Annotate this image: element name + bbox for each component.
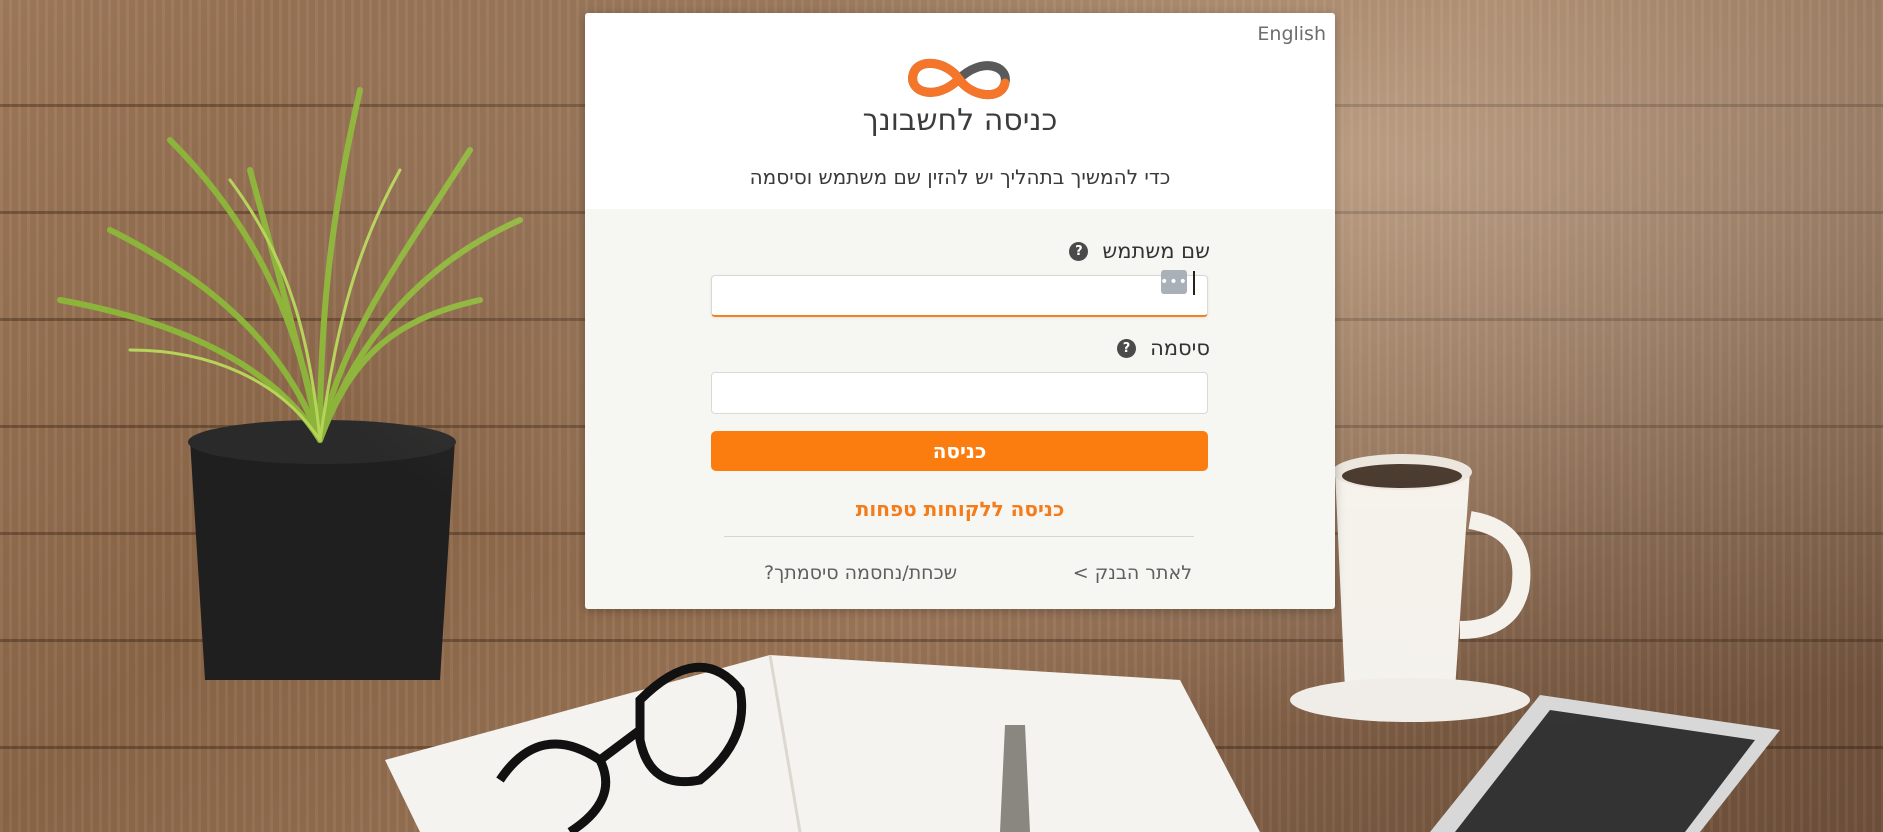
divider: [724, 536, 1194, 537]
text-caret: [1193, 271, 1195, 295]
username-help-icon[interactable]: ?: [1069, 241, 1089, 261]
language-switch-link[interactable]: English: [1257, 23, 1326, 45]
username-label: שם משתמש: [1102, 239, 1210, 263]
page-subtitle: כדי להמשיך בתהליך יש להזין שם משתמש וסיס…: [749, 165, 1171, 189]
username-input[interactable]: [711, 275, 1208, 317]
bank-site-link[interactable]: לאתר הבנק >: [1073, 562, 1192, 584]
login-card: English כניסה לחשבונך כדי להמשיך בתהליך …: [585, 13, 1335, 609]
infinity-logo: [908, 58, 1010, 100]
forgot-password-link[interactable]: שכחת/נחסמה סיסמתך?: [764, 562, 957, 584]
login-button[interactable]: כניסה: [711, 431, 1208, 471]
page-title: כניסה לחשבונך: [862, 103, 1058, 138]
username-label-row: שם משתמש ?: [1069, 239, 1210, 263]
password-label-row: סיסמה ?: [1117, 336, 1210, 360]
small-business-login-link[interactable]: כניסה ללקוחות טפחות: [585, 497, 1335, 521]
password-input[interactable]: [711, 372, 1208, 414]
password-label: סיסמה: [1150, 336, 1210, 360]
password-help-icon[interactable]: ?: [1117, 338, 1137, 358]
autofill-key-icon[interactable]: •••: [1160, 270, 1187, 294]
